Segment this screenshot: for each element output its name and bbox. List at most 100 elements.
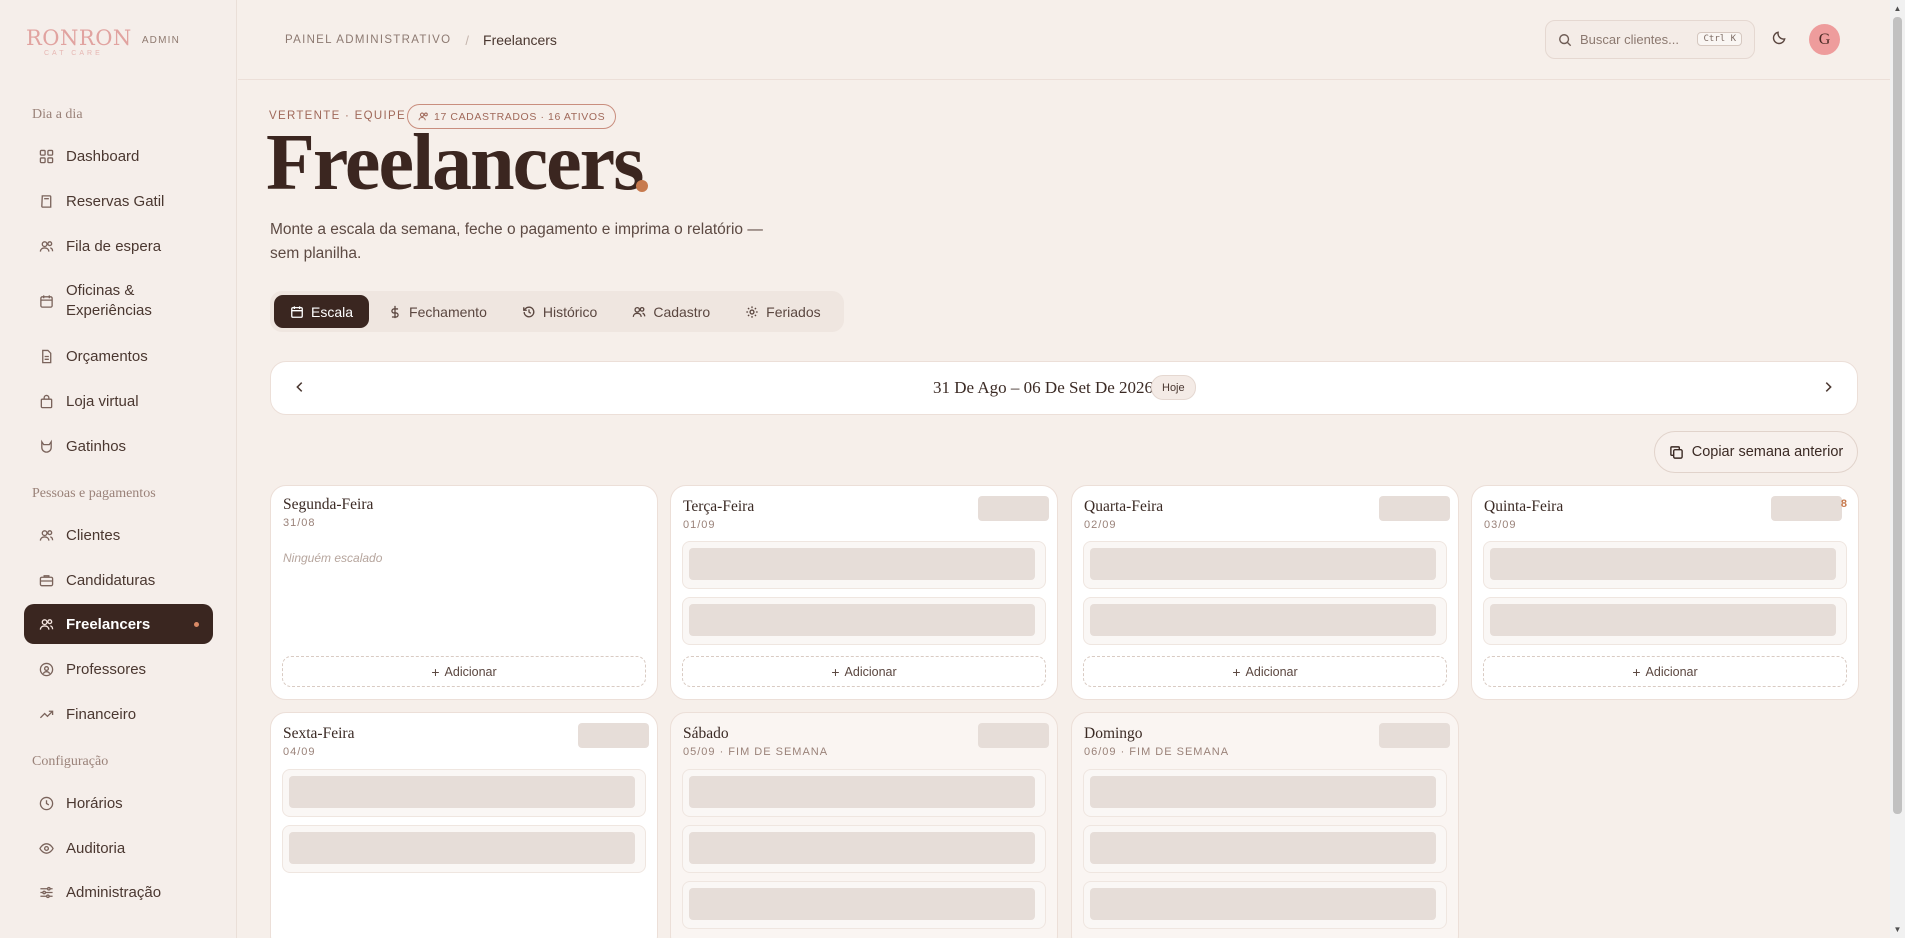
avatar[interactable]: G bbox=[1809, 24, 1840, 55]
day-name: Sábado bbox=[683, 725, 729, 742]
tab-label: Feriados bbox=[766, 303, 821, 320]
sidebar-item-label: Reservas Gatil bbox=[66, 192, 165, 210]
sidebar-item-administracao[interactable]: Administração bbox=[24, 872, 213, 912]
sidebar-item-oficinas[interactable]: Oficinas & Experiências bbox=[24, 276, 213, 326]
week-range-label: 31 De Ago – 06 De Set De 2026 bbox=[933, 378, 1154, 397]
sidebar-item-professores[interactable]: Professores bbox=[24, 649, 213, 689]
page-subtitle: Monte a escala da semana, feche o pagame… bbox=[270, 221, 763, 262]
tab-escala[interactable]: Escala bbox=[274, 295, 370, 328]
sidebar: RONRON CAT CARE ADMIN Dia a dia Dashboar… bbox=[0, 0, 237, 938]
scrollbar-thumb[interactable] bbox=[1893, 17, 1902, 814]
section-configuracao: Configuração bbox=[32, 754, 109, 769]
sidebar-item-label: Professores bbox=[66, 660, 147, 678]
schedule-slot-skeleton bbox=[1083, 597, 1447, 645]
cat-icon bbox=[38, 438, 54, 454]
tab-fechamento[interactable]: Fechamento bbox=[372, 295, 503, 328]
sidebar-item-label: Fila de espera bbox=[66, 237, 162, 255]
sidebar-item-label: Candidaturas bbox=[66, 571, 156, 589]
schedule-slot-skeleton bbox=[682, 825, 1046, 873]
topbar: PAINEL ADMINISTRATIVO / Freelancers Busc… bbox=[238, 0, 1905, 80]
sidebar-item-orcamentos[interactable]: Orçamentos bbox=[24, 336, 213, 376]
moon-icon[interactable] bbox=[1772, 30, 1787, 50]
chevron-right-icon[interactable] bbox=[1821, 380, 1835, 399]
tab-historico[interactable]: Histórico bbox=[506, 295, 613, 328]
day-date: 05/09 · FIM DE SEMANA bbox=[683, 746, 829, 758]
section-pessoas-e-pagamentos: Pessoas e pagamentos bbox=[32, 486, 156, 501]
add-label: Adicionar bbox=[1245, 664, 1298, 679]
page-title: Freelancers bbox=[266, 119, 644, 207]
badge-icon bbox=[38, 661, 54, 677]
sidebar-item-fila-de-espera[interactable]: Fila de espera bbox=[24, 226, 213, 266]
add-label: Adicionar bbox=[1645, 664, 1698, 679]
users-icon bbox=[38, 616, 54, 632]
calendar-icon bbox=[38, 293, 54, 309]
history-icon bbox=[522, 305, 536, 319]
schedule-slot-skeleton bbox=[1083, 769, 1447, 817]
day-card-wednesday: Quarta-Feira 02/09 + Adicionar bbox=[1071, 485, 1459, 700]
day-date: 31/08 bbox=[283, 517, 316, 529]
day-card-saturday: Sábado 05/09 · FIM DE SEMANA bbox=[670, 712, 1058, 938]
book-icon bbox=[38, 193, 54, 209]
tab-cadastro[interactable]: Cadastro bbox=[616, 295, 726, 328]
day-date: 06/09 · FIM DE SEMANA bbox=[1084, 746, 1230, 758]
schedule-slot-skeleton bbox=[1483, 541, 1847, 589]
sidebar-item-reservas-gatil[interactable]: Reservas Gatil bbox=[24, 181, 213, 221]
sidebar-item-label: Clientes bbox=[66, 526, 121, 544]
breadcrumb-separator: / bbox=[465, 32, 470, 48]
sidebar-item-loja-virtual[interactable]: Loja virtual bbox=[24, 381, 213, 421]
schedule-slot-skeleton bbox=[282, 769, 646, 817]
tab-feriados[interactable]: Feriados bbox=[729, 295, 836, 328]
today-button[interactable]: Hoje bbox=[1151, 375, 1196, 400]
day-name: Quinta-Feira bbox=[1484, 498, 1564, 515]
breadcrumb-current: Freelancers bbox=[483, 32, 557, 48]
sliders-icon bbox=[38, 884, 54, 900]
schedule-slot-skeleton bbox=[682, 597, 1046, 645]
loading-chip bbox=[1771, 496, 1842, 521]
document-icon bbox=[38, 348, 54, 364]
brand-logo[interactable]: RONRON CAT CARE ADMIN bbox=[26, 26, 180, 57]
sidebar-item-horarios[interactable]: Horários bbox=[24, 783, 213, 823]
sidebar-item-label: Freelancers bbox=[66, 615, 151, 633]
users-icon bbox=[38, 238, 54, 254]
sidebar-item-financeiro[interactable]: Financeiro bbox=[24, 694, 213, 734]
sidebar-item-auditoria[interactable]: Auditoria bbox=[24, 828, 213, 868]
sidebar-item-dashboard[interactable]: Dashboard bbox=[24, 136, 213, 176]
breadcrumb-root[interactable]: PAINEL ADMINISTRATIVO bbox=[285, 34, 451, 46]
copy-icon bbox=[1669, 445, 1684, 460]
grid-icon bbox=[38, 148, 54, 164]
add-freelancer-button[interactable]: + Adicionar bbox=[1483, 656, 1847, 687]
copy-previous-week-button[interactable]: Copiar semana anterior bbox=[1654, 431, 1858, 473]
schedule-slot-skeleton bbox=[682, 881, 1046, 929]
sidebar-item-candidaturas[interactable]: Candidaturas bbox=[24, 560, 213, 600]
loading-chip bbox=[978, 496, 1049, 521]
add-freelancer-button[interactable]: + Adicionar bbox=[682, 656, 1046, 687]
sidebar-item-label: Loja virtual bbox=[66, 392, 139, 410]
sidebar-item-label: Financeiro bbox=[66, 705, 137, 723]
loading-chip bbox=[578, 723, 649, 748]
tab-label: Cadastro bbox=[653, 303, 711, 320]
sidebar-item-freelancers[interactable]: Freelancers bbox=[24, 604, 213, 644]
add-freelancer-button[interactable]: + Adicionar bbox=[1083, 656, 1447, 687]
day-name: Quarta-Feira bbox=[1084, 498, 1164, 515]
plus-icon: + bbox=[1632, 663, 1641, 680]
tab-label: Fechamento bbox=[409, 303, 487, 320]
breadcrumb: PAINEL ADMINISTRATIVO / Freelancers bbox=[285, 32, 557, 48]
schedule-slot-skeleton bbox=[282, 825, 646, 873]
day-card-monday: Segunda-Feira 31/08 Ninguém escalado + Ad… bbox=[270, 485, 658, 700]
sidebar-item-clientes[interactable]: Clientes bbox=[24, 515, 213, 555]
search-input[interactable]: Buscar clientes... Ctrl K bbox=[1545, 20, 1755, 59]
loading-chip bbox=[978, 723, 1049, 748]
sidebar-item-label: Oficinas & Experiências bbox=[66, 282, 152, 319]
sidebar-item-gatinhos[interactable]: Gatinhos bbox=[24, 426, 213, 466]
clock-icon bbox=[38, 795, 54, 811]
scroll-down-arrow-icon[interactable]: ▼ bbox=[1893, 925, 1902, 934]
day-card-tuesday: Terça-Feira 01/09 + Adicionar bbox=[670, 485, 1058, 700]
scroll-up-arrow-icon[interactable]: ▲ bbox=[1893, 4, 1902, 13]
day-date: 02/09 bbox=[1084, 519, 1117, 531]
day-name: Domingo bbox=[1084, 725, 1143, 742]
scrollbar[interactable]: ▲ ▼ bbox=[1890, 0, 1905, 938]
day-card-friday: Sexta-Feira 04/09 bbox=[270, 712, 658, 938]
add-freelancer-button[interactable]: + Adicionar bbox=[282, 656, 646, 687]
chevron-left-icon[interactable] bbox=[293, 380, 307, 399]
day-card-sunday: Domingo 06/09 · FIM DE SEMANA bbox=[1071, 712, 1459, 938]
